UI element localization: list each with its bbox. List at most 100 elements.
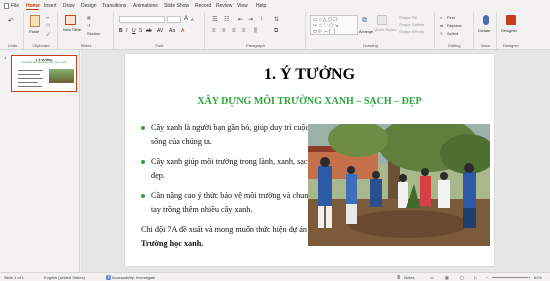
group-designer: Designer Designer <box>498 12 524 49</box>
slide-sorter-icon[interactable]: ▦ <box>445 275 449 280</box>
arrange-button[interactable]: Arrange <box>359 29 373 34</box>
slide-thumbnail-pane: 1 1. Ý TƯỞNG XÂY DỰNG MÔI TRƯỜNG XANH – … <box>0 50 80 272</box>
microphone-icon[interactable] <box>483 15 489 25</box>
zoom-slider[interactable] <box>492 277 528 278</box>
replace-button[interactable]: Replace <box>447 23 462 28</box>
zoom-in-icon[interactable]: + <box>528 275 530 280</box>
select-icon[interactable]: ↖ <box>440 31 443 36</box>
strikethrough-icon[interactable]: ab <box>146 28 152 34</box>
notes-button[interactable]: Notes <box>404 275 414 280</box>
thumbnail-text-line <box>18 70 43 71</box>
justify-icon[interactable]: ≡ <box>242 28 246 34</box>
group-slides: New Slide ▦ ↺ Section Slides <box>59 12 114 49</box>
group-font: A A B I U S ab AV Aa A Font <box>115 12 205 49</box>
project-name: Trường học xanh. <box>141 239 204 248</box>
bullet-list[interactable]: Cây xanh là người bạn gần bó, giúp duy t… <box>139 121 314 251</box>
bullet-dot <box>141 160 145 164</box>
quick-styles-button[interactable]: Quick Styles <box>374 27 396 32</box>
line-spacing-icon[interactable]: ↕ <box>260 16 263 22</box>
shapes-gallery[interactable]: ▭○△⬡☐ ⇨☆♡⬠↘ ⬭▷⌒{ } <box>310 15 358 35</box>
align-center-icon[interactable]: ≡ <box>222 28 226 34</box>
accessibility-status[interactable]: Accessibility: Investigate <box>112 275 155 280</box>
shape-effects-button[interactable]: Shape Effects <box>399 29 424 34</box>
zoom-out-icon[interactable]: − <box>486 275 488 280</box>
status-bar: Slide 1 of 1 English (United States) ♿ A… <box>0 272 550 281</box>
thumbnail-text-line <box>18 82 38 83</box>
tree-planting-photo[interactable] <box>308 124 490 246</box>
find-button[interactable]: Find <box>447 15 455 20</box>
bold-icon[interactable]: B <box>119 28 123 34</box>
tab-record[interactable]: Record <box>195 3 211 9</box>
quick-styles-icon[interactable] <box>377 15 387 25</box>
new-slide-icon[interactable] <box>65 15 76 25</box>
zoom-level[interactable]: 62% <box>534 275 542 280</box>
normal-view-icon[interactable]: ▭ <box>430 275 434 280</box>
paste-label[interactable]: Paste <box>29 29 39 34</box>
shapes-gallery-icons-row3: ⬭▷⌒{ } <box>313 29 337 35</box>
replace-icon[interactable]: ⇄ <box>440 23 443 28</box>
arrange-icon[interactable]: ⧉ <box>362 17 367 25</box>
find-icon[interactable]: ⌕ <box>440 15 442 20</box>
tab-design[interactable]: Design <box>81 3 97 9</box>
layout-icon[interactable]: ▦ <box>87 15 91 20</box>
tab-file[interactable]: File <box>11 3 19 9</box>
tab-transitions[interactable]: Transitions <box>102 3 126 9</box>
decrease-indent-icon[interactable]: ⇤ <box>238 16 243 23</box>
thumbnail-text-line <box>18 74 40 75</box>
accessibility-icon[interactable]: ♿ <box>106 275 111 280</box>
list-item: Cây xanh là người bạn gần bó, giúp duy t… <box>139 121 314 149</box>
paste-icon[interactable] <box>30 15 40 27</box>
smartart-icon[interactable]: ⧉ <box>274 28 278 35</box>
ribbon: ↶ Undo Paste ✂ ❐ 🖌 Clipboard New Slide ▦… <box>0 11 550 50</box>
character-spacing-icon[interactable]: AV <box>157 28 163 34</box>
numbering-icon[interactable]: ☷ <box>224 16 229 23</box>
increase-indent-icon[interactable]: ⇥ <box>248 16 253 23</box>
slide-subtitle[interactable]: XÂY DỰNG MÔI TRƯỜNG XANH – SẠCH – ĐẸP <box>125 96 494 107</box>
notes-icon[interactable]: ≣ <box>397 275 400 280</box>
select-button[interactable]: Select <box>447 31 458 36</box>
shadow-icon[interactable]: S <box>139 28 142 34</box>
cut-icon[interactable]: ✂ <box>46 15 49 20</box>
tab-slide-show[interactable]: Slide Show <box>164 3 189 9</box>
underline-icon[interactable]: U <box>132 28 136 34</box>
copy-icon[interactable]: ❐ <box>46 23 50 28</box>
font-size-box[interactable] <box>167 16 181 23</box>
tab-draw[interactable]: Draw <box>63 3 75 9</box>
designer-icon[interactable] <box>506 15 516 25</box>
italic-icon[interactable]: I <box>126 28 127 34</box>
undo-icon[interactable]: ↶ <box>8 17 14 25</box>
designer-button[interactable]: Designer <box>501 28 517 33</box>
shape-outline-button[interactable]: Shape Outline <box>399 22 424 27</box>
tab-view[interactable]: View <box>237 3 248 9</box>
font-name-box[interactable] <box>119 16 165 23</box>
thumbnail-text-line <box>18 78 43 79</box>
slide[interactable]: 1. Ý TƯỞNG XÂY DỰNG MÔI TRƯỜNG XANH – SẠ… <box>125 54 494 266</box>
columns-icon[interactable]: ⫼ <box>254 28 257 35</box>
align-left-icon[interactable]: ≡ <box>212 28 216 34</box>
format-painter-icon[interactable]: 🖌 <box>46 31 51 36</box>
tab-help[interactable]: Help <box>256 3 266 9</box>
grow-font-icon[interactable]: A <box>184 16 188 22</box>
change-case-icon[interactable]: Aa <box>169 28 175 34</box>
slide-title[interactable]: 1. Ý TƯỞNG <box>125 66 494 84</box>
tab-insert[interactable]: Insert <box>44 3 57 9</box>
reset-icon[interactable]: ↺ <box>87 23 90 28</box>
language-indicator[interactable]: English (United States) <box>44 275 85 280</box>
reading-view-icon[interactable]: ▢ <box>460 275 464 280</box>
bullet-dot <box>141 194 145 198</box>
align-right-icon[interactable]: ≡ <box>232 28 236 34</box>
dictate-button[interactable]: Dictate <box>478 28 490 33</box>
bullets-icon[interactable]: ☰ <box>212 16 217 23</box>
section-button[interactable]: Section <box>87 31 100 36</box>
new-slide-button[interactable]: New Slide <box>63 27 81 32</box>
slide-thumbnail[interactable]: 1. Ý TƯỞNG XÂY DỰNG MÔI TRƯỜNG XANH – SẠ… <box>11 55 77 92</box>
shrink-font-icon[interactable]: A <box>191 17 194 22</box>
text-direction-icon[interactable]: ⇅ <box>274 16 279 23</box>
thumbnail-subtitle: XÂY DỰNG MÔI TRƯỜNG XANH – SẠCH – ĐẸP <box>21 62 67 64</box>
shape-fill-button[interactable]: Shape Fill <box>399 15 417 20</box>
tab-review[interactable]: Review <box>216 3 232 9</box>
font-color-icon[interactable]: A <box>181 28 184 34</box>
tab-animations[interactable]: Animations <box>133 3 158 9</box>
slideshow-icon[interactable]: ▷ <box>474 275 477 280</box>
thumbnail-photo <box>49 69 74 83</box>
